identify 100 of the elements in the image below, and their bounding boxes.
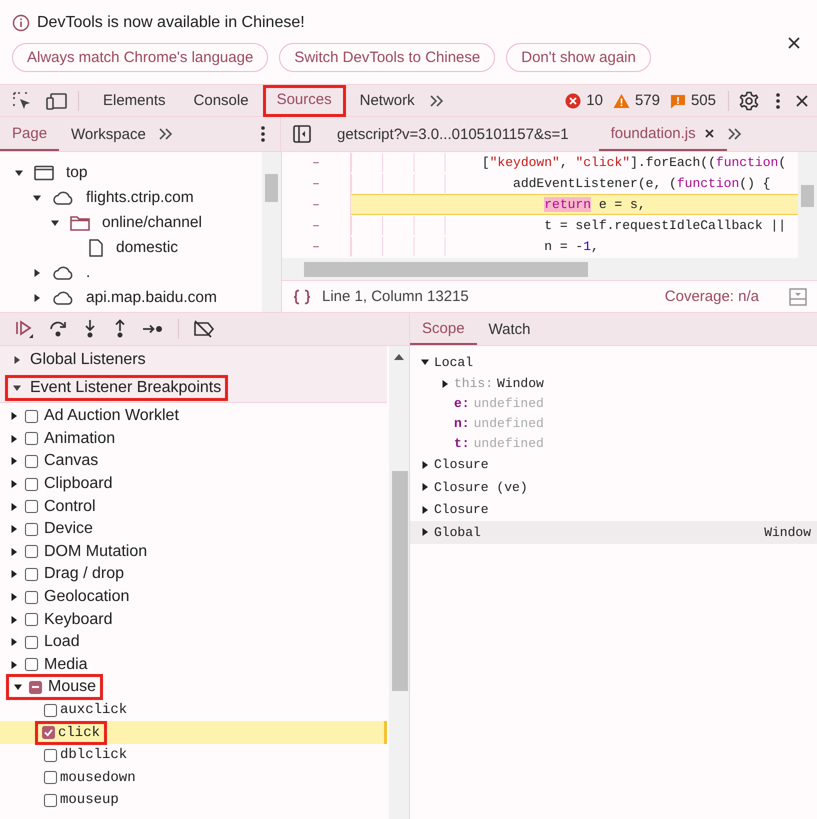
checkbox[interactable]: [25, 636, 38, 649]
caret-right-icon[interactable]: [9, 569, 19, 580]
caret-down-icon[interactable]: [12, 383, 22, 393]
caret-down-icon[interactable]: [420, 357, 430, 368]
tree-item[interactable]: top: [66, 164, 88, 182]
tree-item[interactable]: online/channel: [102, 214, 202, 232]
caret-right-icon[interactable]: [9, 546, 19, 557]
checkbox[interactable]: [25, 432, 38, 446]
close-icon[interactable]: [787, 36, 801, 50]
event-label: mouseup: [60, 792, 119, 808]
issue-icon: [670, 92, 686, 108]
scrollbar[interactable]: [798, 152, 817, 258]
scope-value: undefined: [474, 396, 544, 411]
tree-item[interactable]: domestic: [116, 238, 178, 256]
file-tab[interactable]: getscript?v=3.0...0105101157&s=1: [325, 117, 581, 151]
caret-right-icon[interactable]: [440, 378, 450, 388]
category-label: Mouse: [48, 678, 96, 696]
caret-right-icon[interactable]: [9, 456, 19, 466]
panel-tab[interactable]: Console: [180, 84, 263, 116]
checkbox[interactable]: [25, 522, 38, 536]
caret-right-icon[interactable]: [420, 504, 430, 515]
code-line: return e = s,: [544, 197, 646, 212]
panel-tab[interactable]: Elements: [89, 84, 180, 116]
caret-down-icon[interactable]: [13, 682, 23, 692]
format-icon[interactable]: [292, 288, 312, 304]
file-tab[interactable]: foundation.js: [598, 117, 727, 151]
scrollbar[interactable]: [262, 152, 282, 312]
caret-down-icon[interactable]: [50, 218, 60, 228]
tree-item[interactable]: .: [86, 264, 90, 282]
panel-tab[interactable]: Network: [346, 84, 429, 116]
tree-item[interactable]: api.map.baidu.com: [86, 288, 217, 306]
chevrons-icon[interactable]: [428, 94, 445, 108]
sidebar-toggle-icon[interactable]: [293, 125, 311, 143]
caret-right-icon[interactable]: [9, 592, 19, 602]
checkbox[interactable]: [25, 590, 38, 604]
device-toolbar-icon[interactable]: [46, 90, 68, 110]
section-header[interactable]: Global Listeners: [30, 351, 146, 369]
scrollbar[interactable]: [389, 346, 409, 819]
checkbox[interactable]: [25, 545, 38, 558]
caret-right-icon[interactable]: [9, 637, 19, 648]
checkbox[interactable]: [29, 680, 42, 694]
caret-right-icon[interactable]: [9, 614, 19, 625]
scope-name: t:: [454, 436, 470, 451]
caret-right-icon[interactable]: [420, 527, 430, 538]
caret-right-icon[interactable]: [9, 479, 19, 490]
close-icon[interactable]: [704, 128, 715, 138]
caret-right-icon[interactable]: [9, 660, 19, 670]
resume-icon[interactable]: [14, 319, 34, 339]
caret-right-icon[interactable]: [32, 292, 42, 302]
checkbox[interactable]: [25, 613, 38, 626]
drawer-icon[interactable]: [789, 288, 807, 306]
scope-value: Window: [497, 376, 544, 391]
category-label: Keyboard: [44, 610, 112, 629]
caret-right-icon[interactable]: [420, 482, 430, 492]
scope-name: Closure: [434, 502, 489, 518]
chevrons-icon[interactable]: [158, 127, 174, 141]
panel-tab[interactable]: Sources: [262, 84, 346, 116]
caret-right-icon[interactable]: [9, 502, 19, 512]
infobar-button[interactable]: Don't show again: [506, 43, 651, 72]
deactivate-breakpoints-icon[interactable]: [193, 320, 215, 338]
sidebar-tab[interactable]: Watch: [476, 313, 542, 345]
settings-icon[interactable]: [739, 90, 759, 110]
infobar-button[interactable]: Switch DevTools to Chinese: [279, 43, 496, 72]
scope-value: undefined: [474, 416, 544, 431]
hovered-row[interactable]: Global Window: [410, 521, 817, 544]
step-over-icon[interactable]: [48, 319, 68, 339]
caret-right-icon[interactable]: [420, 460, 430, 470]
checkbox[interactable]: [25, 500, 38, 514]
infobar-message: DevTools is now available in Chinese!: [37, 14, 305, 32]
category-label: Canvas: [44, 452, 98, 470]
infobar-button[interactable]: Always match Chrome's language: [12, 43, 268, 72]
caret-right-icon[interactable]: [9, 434, 19, 444]
scrollbar[interactable]: [282, 258, 817, 280]
checkbox[interactable]: [44, 748, 57, 762]
navigator-tab[interactable]: Page: [0, 117, 60, 151]
checkbox[interactable]: [44, 771, 57, 784]
chevrons-icon[interactable]: [726, 127, 743, 141]
caret-right-icon[interactable]: [9, 524, 19, 534]
more-icon[interactable]: [260, 125, 266, 143]
checkbox[interactable]: [42, 726, 55, 740]
tree-item[interactable]: flights.ctrip.com: [86, 188, 194, 206]
close-icon[interactable]: [795, 94, 809, 108]
inspect-element-icon[interactable]: [12, 90, 32, 110]
more-icon[interactable]: [775, 92, 781, 110]
checkbox[interactable]: [44, 794, 57, 807]
checkbox[interactable]: [25, 410, 38, 423]
checkbox[interactable]: [25, 658, 38, 672]
checkbox[interactable]: [25, 568, 38, 581]
checkbox[interactable]: [25, 454, 38, 468]
caret-down-icon[interactable]: [32, 192, 42, 202]
scope-name: Global: [434, 524, 481, 540]
checkbox[interactable]: [44, 704, 57, 717]
caret-right-icon[interactable]: [12, 355, 22, 365]
sidebar-tab[interactable]: Scope: [410, 313, 477, 345]
caret-right-icon[interactable]: [32, 268, 42, 278]
caret-down-icon[interactable]: [14, 168, 24, 178]
checkbox[interactable]: [25, 478, 38, 491]
caret-right-icon[interactable]: [9, 411, 19, 422]
folder-icon: [70, 214, 90, 230]
navigator-tab[interactable]: Workspace: [59, 117, 158, 151]
